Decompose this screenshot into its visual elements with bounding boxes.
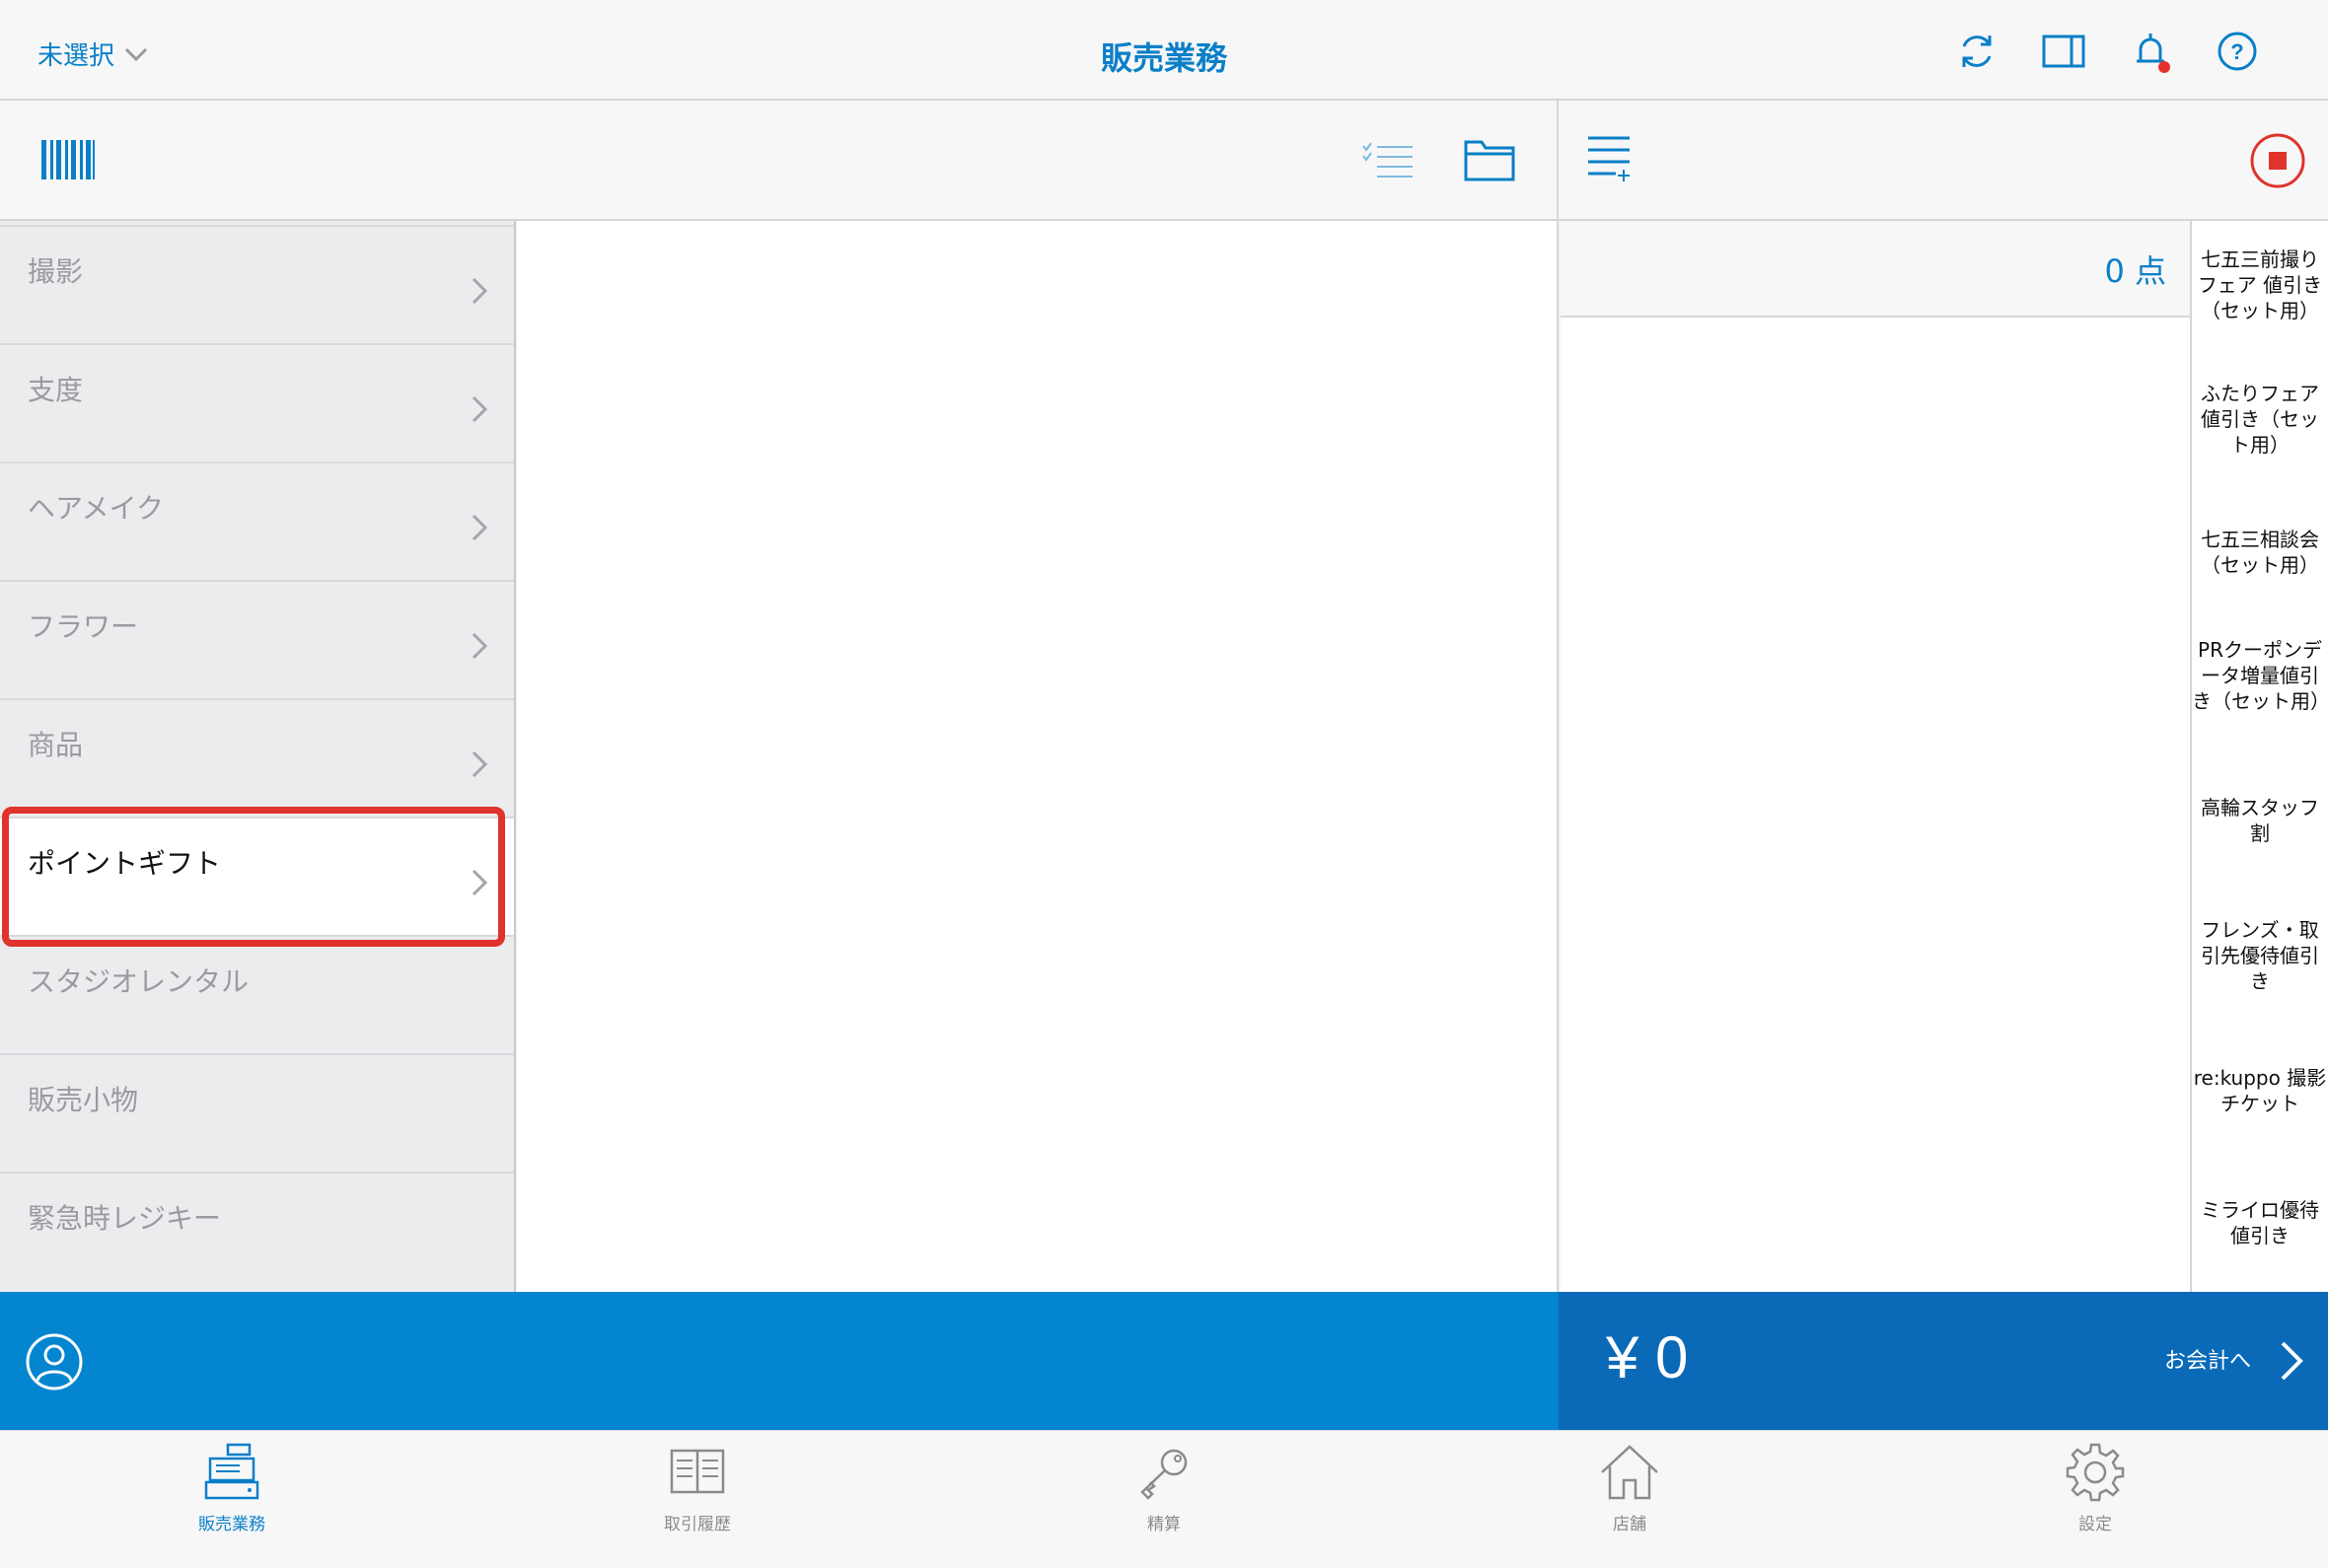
cart-toolbar [1559, 101, 2328, 221]
checkout-button[interactable]: ¥ 0 お会計へ [1559, 1292, 2328, 1430]
chevron-right-icon [2281, 1341, 2303, 1381]
tab-label: 取引履歴 [664, 1515, 731, 1534]
category-item[interactable]: フラワー [0, 580, 514, 698]
cart-item-count: 0 点 [2104, 252, 2166, 290]
category-label: 緊急時レジキー [28, 1202, 222, 1235]
tab-label: 精算 [1147, 1515, 1181, 1534]
total-amount: ¥ 0 [1606, 1324, 1689, 1390]
chevron-right-icon [472, 395, 488, 423]
category-item[interactable]: 撮影 [0, 225, 514, 343]
category-label: 撮影 [28, 255, 84, 288]
chevron-right-icon [472, 514, 488, 541]
barcode-icon[interactable] [41, 138, 95, 185]
sync-icon[interactable] [1955, 30, 1999, 73]
tab-history[interactable]: 取引履歴 [599, 1441, 796, 1534]
category-item[interactable]: 緊急時レジキー [0, 1172, 514, 1290]
discount-item[interactable]: フレンズ・取引先優待値引き [2192, 917, 2328, 994]
top-bar: 未選択 販売業務 ? [0, 0, 2328, 101]
category-item[interactable]: 支度 [0, 343, 514, 462]
customer-bar [0, 1292, 1559, 1430]
svg-text:?: ? [2230, 39, 2243, 64]
gear-icon [2066, 1443, 2125, 1502]
checkout-label: お会計へ [2163, 1349, 2251, 1374]
category-label: スタジオレンタル [28, 965, 250, 998]
discount-item[interactable]: PRクーポンデータ増量値引き（セット用） [2192, 637, 2328, 714]
tab-label: 設定 [2078, 1515, 2112, 1534]
discount-item[interactable]: 高輪スタッフ割 [2192, 795, 2328, 846]
category-item[interactable]: 販売小物 [0, 1053, 514, 1172]
product-toolbar [0, 101, 1559, 221]
tab-settlement[interactable]: 精算 [1065, 1441, 1263, 1534]
cart-count-bar: 0 点 [1561, 221, 2190, 318]
book-icon [670, 1449, 725, 1494]
discount-item[interactable]: ミライロ優待値引き [2192, 1197, 2328, 1248]
category-list: 撮影 支度 ヘアメイク フラワー 商品 ポイントギフト スタジオレンタル 販売小… [0, 221, 516, 1292]
cart-list [1561, 221, 2190, 1292]
notification-dot [2158, 61, 2170, 73]
tab-store[interactable]: 店舗 [1531, 1441, 1728, 1534]
category-item[interactable]: スタジオレンタル [0, 935, 514, 1053]
category-label: 販売小物 [28, 1084, 139, 1116]
category-label: フラワー [28, 610, 139, 643]
tab-sales[interactable]: 販売業務 [133, 1441, 330, 1534]
tab-bar: 販売業務 取引履歴 精算 店舗 設定 [0, 1430, 2328, 1568]
bell-icon[interactable] [2129, 30, 2172, 73]
category-label: ヘアメイク [28, 492, 165, 525]
category-item[interactable]: 商品 [0, 698, 514, 817]
key-icon [1140, 1449, 1188, 1500]
tab-label: 店舗 [1613, 1515, 1646, 1534]
category-label: 商品 [28, 729, 84, 761]
add-list-icon[interactable] [1586, 134, 1634, 187]
category-item[interactable]: ヘアメイク [0, 462, 514, 580]
chevron-right-icon [472, 869, 488, 896]
discount-item[interactable]: 七五三前撮りフェア 値引き（セット用） [2192, 247, 2328, 323]
category-item-selected[interactable]: ポイントギフト [0, 817, 514, 935]
folder-icon[interactable] [1464, 138, 1515, 185]
tab-label: 販売業務 [198, 1515, 265, 1534]
customer-icon[interactable] [26, 1333, 83, 1394]
discount-list: 七五三前撮りフェア 値引き（セット用） ふたりフェア値引き（セット用） 七五三相… [2190, 221, 2328, 1292]
chevron-right-icon [472, 750, 488, 778]
category-label: ポイントギフト [28, 847, 222, 880]
home-icon [1601, 1445, 1658, 1500]
discount-item[interactable]: re:kuppo 撮影チケット [2192, 1065, 2328, 1116]
product-grid [517, 221, 1559, 1292]
help-icon[interactable]: ? [2216, 30, 2259, 73]
category-label: 支度 [28, 374, 84, 406]
stop-icon[interactable] [2249, 132, 2306, 193]
discount-item[interactable]: 七五三相談会（セット用） [2192, 527, 2328, 578]
tab-settings[interactable]: 設定 [1997, 1441, 2194, 1534]
chevron-right-icon [472, 277, 488, 305]
register-icon [204, 1443, 259, 1500]
discount-item[interactable]: ふたりフェア値引き（セット用） [2192, 381, 2328, 458]
chevron-right-icon [472, 632, 488, 660]
checklist-icon[interactable] [1361, 140, 1415, 183]
split-view-icon[interactable] [2042, 30, 2085, 73]
